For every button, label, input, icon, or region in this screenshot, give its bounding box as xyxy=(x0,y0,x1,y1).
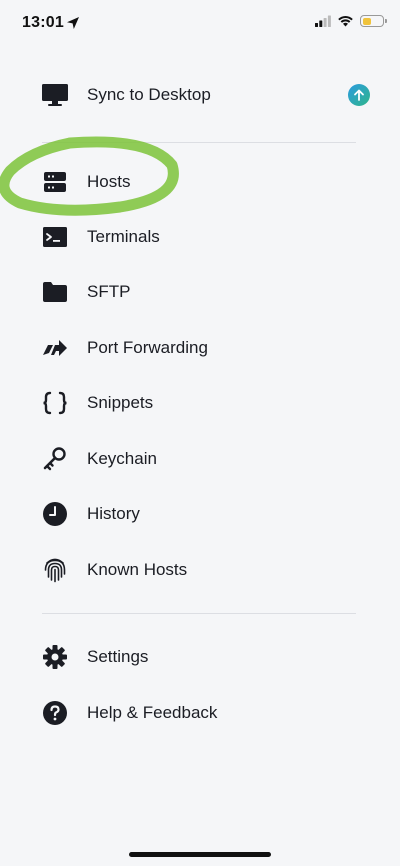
menu-item-snippets[interactable]: Snippets xyxy=(40,381,370,425)
fingerprint-icon xyxy=(40,555,70,585)
battery-icon xyxy=(360,15,387,27)
braces-icon xyxy=(40,388,70,418)
menu-item-help-feedback[interactable]: Help & Feedback xyxy=(40,691,370,735)
menu-item-label: Port Forwarding xyxy=(87,338,208,357)
help-icon xyxy=(40,698,70,728)
menu-item-hosts[interactable]: Hosts xyxy=(40,160,370,204)
divider xyxy=(42,613,356,614)
home-indicator[interactable] xyxy=(129,852,271,857)
desktop-icon xyxy=(40,80,70,110)
menu-item-label: Settings xyxy=(87,647,149,666)
status-bar: 13:01 xyxy=(0,0,400,50)
terminal-icon xyxy=(40,222,70,252)
menu-item-label: Known Hosts xyxy=(87,560,188,579)
location-arrow-icon xyxy=(67,17,79,29)
menu-item-keychain[interactable]: Keychain xyxy=(40,437,370,481)
folder-icon xyxy=(40,277,70,307)
menu-item-label: Sync to Desktop xyxy=(87,85,211,104)
menu-item-known-hosts[interactable]: Known Hosts xyxy=(40,548,370,592)
wifi-icon xyxy=(338,16,353,27)
menu-item-history[interactable]: History xyxy=(40,492,370,536)
battery-level xyxy=(362,17,371,25)
status-indicators xyxy=(315,15,387,27)
menu-item-terminals[interactable]: Terminals xyxy=(40,215,370,259)
menu-item-port-forwarding[interactable]: Port Forwarding xyxy=(40,326,370,370)
clock-icon xyxy=(40,499,70,529)
menu-item-sftp[interactable]: SFTP xyxy=(40,270,370,314)
menu-item-label: Terminals xyxy=(87,227,160,246)
menu-item-sync-to-desktop[interactable]: Sync to Desktop xyxy=(40,73,370,117)
server-icon xyxy=(40,167,70,197)
menu-item-label: Keychain xyxy=(87,449,157,468)
port-forward-icon xyxy=(40,333,70,363)
cellular-signal-icon xyxy=(315,15,331,27)
gear-icon xyxy=(40,642,70,672)
arrow-up-icon xyxy=(354,89,364,101)
menu-item-settings[interactable]: Settings xyxy=(40,635,370,679)
menu-item-label: SFTP xyxy=(87,282,131,301)
key-icon xyxy=(40,444,70,474)
menu-item-label: Help & Feedback xyxy=(87,703,218,722)
menu-item-label: Snippets xyxy=(87,393,154,412)
status-time: 13:01 xyxy=(22,14,64,31)
menu-item-label: History xyxy=(87,504,140,523)
divider xyxy=(42,142,356,143)
sync-status-badge[interactable] xyxy=(348,84,370,106)
menu-item-label: Hosts xyxy=(87,172,131,191)
